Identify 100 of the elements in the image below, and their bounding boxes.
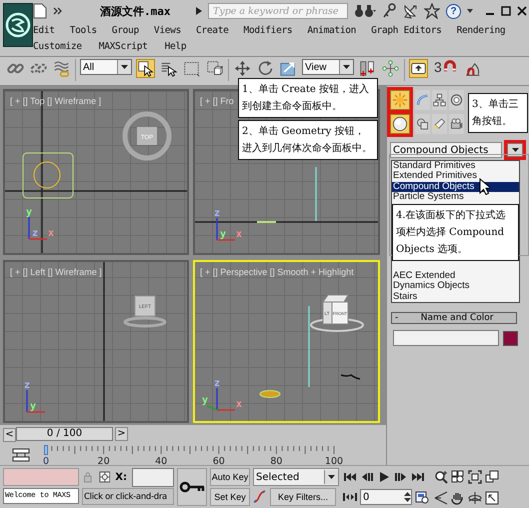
search-field[interactable]: Type a keyword or phrase [208, 3, 348, 19]
play-icon[interactable] [377, 470, 391, 484]
previous-key-icon[interactable] [360, 470, 374, 484]
caret-icon [467, 9, 473, 13]
dashed-cube-icon [206, 60, 223, 77]
axis-label: z [214, 208, 220, 219]
frame-marker[interactable] [44, 444, 48, 454]
menu-item[interactable]: Rendering [456, 24, 506, 36]
menu-item[interactable]: Group [112, 24, 139, 36]
key-mode-icon[interactable] [343, 490, 357, 504]
previous-frame-button[interactable]: < [3, 428, 16, 442]
dropdown-option[interactable]: Particle Systems [392, 192, 519, 202]
zoom-extents-all-icon[interactable] [485, 470, 499, 484]
help-button[interactable]: ? [446, 4, 461, 18]
next-frame-button[interactable]: > [115, 426, 128, 440]
app-logo[interactable] [3, 3, 33, 47]
menu-item[interactable]: Tools [70, 24, 97, 36]
menu-item[interactable]: Modifiers [244, 24, 292, 36]
menu-item[interactable]: Customize [33, 40, 82, 52]
auto-key-button[interactable]: Auto Key [210, 468, 250, 486]
go-to-end-icon[interactable] [411, 470, 425, 484]
region-button[interactable] [182, 59, 201, 78]
move-button[interactable] [233, 59, 252, 78]
curve-icon[interactable] [253, 490, 267, 504]
menu-item[interactable]: Create [196, 24, 229, 36]
axis-label: x [236, 229, 242, 240]
color-swatch[interactable] [503, 330, 518, 346]
menu-item[interactable]: Views [154, 24, 182, 36]
axis-label: y [26, 207, 32, 218]
view-cube[interactable] [124, 296, 166, 328]
curve-shape[interactable] [340, 374, 360, 380]
orbit-icon[interactable] [468, 491, 482, 505]
maximize-viewport-icon[interactable] [485, 491, 499, 505]
key-icon[interactable] [382, 3, 396, 19]
current-frame-button[interactable]: 0 / 100 [16, 426, 113, 440]
menu-item[interactable]: MAXScript [98, 40, 148, 52]
motion-tab[interactable] [449, 90, 464, 110]
play-triangle-icon [196, 7, 202, 15]
binoculars-icon[interactable] [354, 4, 376, 18]
key-filters-button[interactable]: Key Filters... [270, 488, 336, 506]
x-coordinate-field[interactable] [132, 468, 174, 486]
listener-field[interactable] [3, 468, 79, 486]
manipulate-button[interactable] [381, 59, 400, 78]
bind-button[interactable] [52, 59, 71, 78]
zoom-extents-icon[interactable] [468, 470, 482, 484]
collapse-toggle[interactable]: - [392, 313, 398, 324]
shapes-button[interactable] [415, 114, 430, 134]
menu-item[interactable]: Help [164, 40, 186, 52]
menu-item[interactable]: Graph Editors [371, 24, 442, 36]
spinner-icon [404, 491, 411, 503]
select-button[interactable] [136, 59, 155, 78]
dropdown-option[interactable]: Dynamics Objects [392, 281, 519, 292]
lights-button[interactable] [432, 114, 447, 134]
maximize-icon[interactable] [501, 6, 511, 16]
cameras-button[interactable] [449, 114, 464, 134]
key-mode-dropdown[interactable]: Selected [253, 468, 339, 486]
filter-dropdown[interactable]: View [302, 59, 354, 75]
filter-dropdown[interactable]: All [80, 59, 132, 75]
track-bar-icon[interactable] [12, 446, 30, 462]
caret-icon [121, 65, 128, 69]
keyboard-button[interactable] [409, 59, 428, 78]
view-cube[interactable] [310, 294, 364, 332]
menu-item[interactable]: Animation [307, 24, 356, 36]
next-key-icon[interactable] [394, 470, 408, 484]
selection-target-icon[interactable] [98, 470, 110, 484]
satellite-dish-icon[interactable] [402, 3, 418, 19]
field-of-view-icon[interactable] [434, 491, 448, 505]
double-chevron-icon[interactable] [53, 7, 62, 15]
zoom-icon[interactable] [434, 470, 448, 484]
pan-hand-icon[interactable] [451, 491, 465, 505]
snap-toggle[interactable]: 3 [432, 59, 459, 75]
hierarchy-tab[interactable] [432, 90, 447, 110]
dropdown-option[interactable]: Extended Primitives [392, 171, 519, 182]
circle-shape[interactable] [34, 162, 60, 188]
menu-item[interactable]: Edit [33, 24, 55, 36]
view-cube[interactable] [122, 112, 172, 160]
time-configuration-icon[interactable] [415, 490, 429, 504]
box-outline[interactable] [22, 152, 74, 198]
object-type-dropdown[interactable]: Compound Objects [390, 142, 502, 158]
frame-number: 80 [270, 456, 282, 466]
name-field[interactable] [393, 330, 499, 346]
star-icon[interactable] [424, 3, 440, 19]
dropdown-option[interactable]: Compound Objects [392, 182, 519, 192]
set-key-button[interactable]: Set Key [210, 488, 250, 506]
swirl-icon [4, 11, 32, 39]
rotate-button[interactable] [256, 59, 275, 78]
zoom-all-icon[interactable] [451, 470, 465, 484]
set-keys-button[interactable] [177, 468, 207, 506]
dropdown-option[interactable]: Standard Primitives [392, 161, 519, 172]
dashed-rectangle-icon [183, 60, 200, 77]
sphere-icon [392, 116, 408, 132]
go-to-start-icon[interactable] [343, 470, 357, 484]
window-button[interactable] [205, 59, 224, 78]
close-icon[interactable] [517, 6, 527, 16]
dropdown-option[interactable]: AEC Extended [392, 271, 519, 282]
axis-label: x [48, 228, 54, 239]
dropdown-option[interactable]: Stairs [392, 292, 519, 302]
frame-field[interactable]: 0 [360, 489, 412, 505]
pivot-button[interactable] [358, 59, 377, 78]
rollout-header[interactable]: - Name and Color [391, 312, 517, 324]
